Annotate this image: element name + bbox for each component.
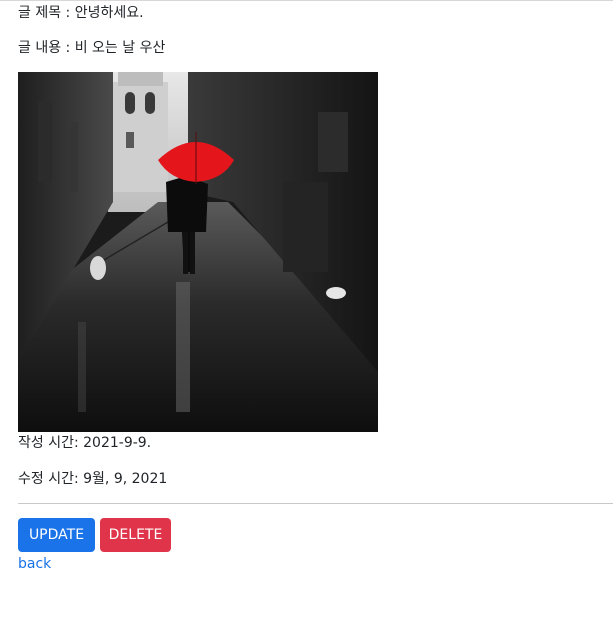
section-divider [18,503,613,504]
update-button[interactable]: UPDATE [18,518,95,552]
top-divider [0,0,613,1]
post-image [18,72,378,432]
back-link[interactable]: back [18,555,51,573]
post-content: 글 내용 : 비 오는 날 우산 [18,40,166,56]
updated-time: 수정 시간: 9월, 9, 2021 [18,471,168,487]
rainy-street-photo [18,72,378,432]
created-time: 작성 시간: 2021-9-9. [18,435,152,451]
delete-button[interactable]: DELETE [100,518,171,552]
post-title: 글 제목 : 안녕하세요. [18,5,144,21]
